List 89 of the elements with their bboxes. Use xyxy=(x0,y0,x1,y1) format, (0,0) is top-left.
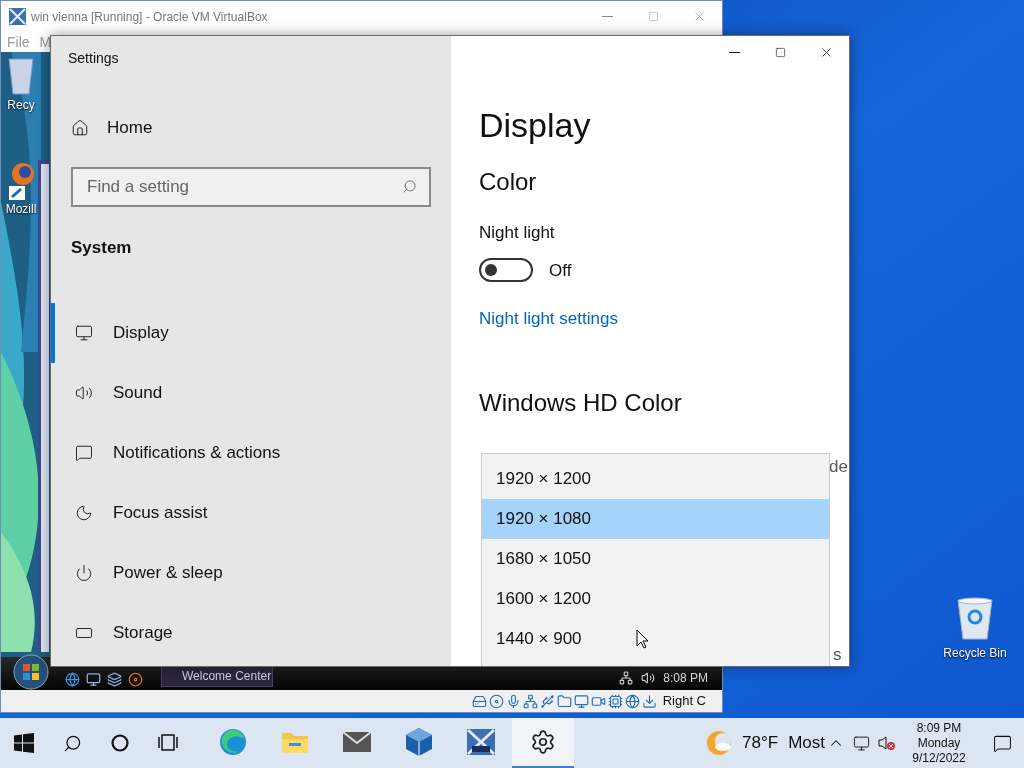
windows-icon[interactable] xyxy=(107,671,122,687)
window-title: Settings xyxy=(68,49,120,68)
nav-label: Storage xyxy=(113,621,173,644)
trash-can-icon[interactable] xyxy=(6,56,36,96)
toggle-switch[interactable] xyxy=(479,258,533,283)
circle-icon xyxy=(111,734,129,752)
search-field[interactable]: Find a setting xyxy=(71,167,431,207)
desktop-icon-label: Mozill xyxy=(5,201,37,218)
download-icon[interactable] xyxy=(641,693,657,709)
nav-item[interactable]: Storage xyxy=(51,602,451,663)
nav-item[interactable]: Focus assist xyxy=(51,482,451,543)
toggle-state: Off xyxy=(549,259,572,282)
desktop-icon-label: Recycle Bin xyxy=(943,645,1007,662)
disc-icon[interactable] xyxy=(488,693,504,709)
window-title: win vienna [Running] - Oracle VM VirtualBox xyxy=(31,8,268,26)
start-orb-icon[interactable] xyxy=(13,654,49,690)
weather-condition[interactable]: Most xyxy=(788,730,825,756)
dropdown-option[interactable]: 1600 × 1200 xyxy=(482,579,829,619)
vm-window-icon xyxy=(9,8,26,25)
section-heading: Color xyxy=(479,167,537,197)
cursor-icon xyxy=(636,629,649,649)
minimize-icon xyxy=(728,51,740,53)
taskbar-app[interactable] xyxy=(512,718,574,768)
network-icon xyxy=(619,671,634,685)
windows-logo-icon xyxy=(14,733,34,753)
search-icon xyxy=(402,179,417,194)
monitor-icon xyxy=(75,323,93,342)
notification-icon xyxy=(992,733,1012,753)
chip-icon[interactable] xyxy=(607,693,623,709)
dropdown-option[interactable]: 1920 × 1080 xyxy=(482,499,829,539)
dropdown-option[interactable]: 1680 × 1050 xyxy=(482,539,829,579)
section-heading: System xyxy=(71,237,133,259)
browser-icon[interactable] xyxy=(7,162,35,200)
dropdown-option[interactable]: 1920 × 1200 xyxy=(482,459,829,499)
muted-speaker-icon[interactable] xyxy=(878,735,896,751)
microphone-icon[interactable] xyxy=(505,693,521,709)
setting-label: Night light xyxy=(479,222,555,244)
nav-label: Sound xyxy=(113,381,163,404)
globe-icon[interactable] xyxy=(624,693,640,709)
nav-label: Display xyxy=(113,321,169,344)
partial-text: s xyxy=(833,644,842,666)
clock-time: 8:09 PM xyxy=(916,720,962,736)
nav-label: Notifications & actions xyxy=(113,441,281,464)
desktop-icon-label: Recy xyxy=(7,97,35,114)
maximize-icon xyxy=(647,11,659,22)
network-icon[interactable] xyxy=(853,734,870,752)
power-icon xyxy=(75,563,93,582)
weather-temperature[interactable]: 78°F xyxy=(742,730,779,756)
envelope-icon xyxy=(342,730,372,754)
cube-icon xyxy=(405,727,433,757)
drive-icon[interactable] xyxy=(471,693,487,709)
partial-text: de xyxy=(829,456,848,478)
clock-day: Monday xyxy=(917,735,961,751)
monitor-icon[interactable] xyxy=(86,671,101,687)
host-key-label: Right C xyxy=(662,692,706,711)
dropdown-option[interactable]: 1440 × 900 xyxy=(482,619,829,659)
clock[interactable]: 8:09 PM Monday 9/12/2022 xyxy=(908,720,970,766)
section-heading: Windows HD Color xyxy=(479,387,682,418)
maximize-icon xyxy=(774,46,786,58)
settings-link[interactable]: Night light settings xyxy=(479,306,618,332)
page-title: Display xyxy=(479,105,591,145)
minimize-icon xyxy=(601,16,613,17)
nav-item[interactable]: Sound xyxy=(51,362,451,423)
recycle-bin-icon[interactable] xyxy=(955,596,995,640)
monitor-icon[interactable] xyxy=(573,693,589,709)
nav-item[interactable]: Notifications & actions xyxy=(51,422,451,483)
taskbar-button[interactable]: Welcome Center xyxy=(161,665,273,687)
nav-label: Focus assist xyxy=(113,501,208,524)
moon-icon xyxy=(75,503,93,522)
nav-label: Home xyxy=(107,117,153,140)
home-icon xyxy=(71,119,89,137)
usb-icon[interactable] xyxy=(539,693,555,709)
speaker-icon xyxy=(641,671,656,685)
network-icon[interactable] xyxy=(522,693,538,709)
edge-icon xyxy=(218,727,248,757)
browser-icon[interactable] xyxy=(128,671,143,687)
search-icon xyxy=(62,733,82,753)
clock-date: 9/12/2022 xyxy=(912,750,966,766)
clock: 8:08 PM xyxy=(663,670,708,687)
vm-window-icon xyxy=(466,728,496,756)
nav-item[interactable]: Power & sleep xyxy=(51,542,451,603)
task-view-icon xyxy=(158,734,178,752)
speaker-icon xyxy=(75,383,93,402)
folder-icon[interactable] xyxy=(556,693,572,709)
message-icon xyxy=(75,443,93,462)
globe-icon[interactable] xyxy=(65,671,80,687)
nav-item[interactable]: Home xyxy=(71,118,451,138)
nav-label: Power & sleep xyxy=(113,561,223,584)
settings-icon xyxy=(530,729,556,755)
